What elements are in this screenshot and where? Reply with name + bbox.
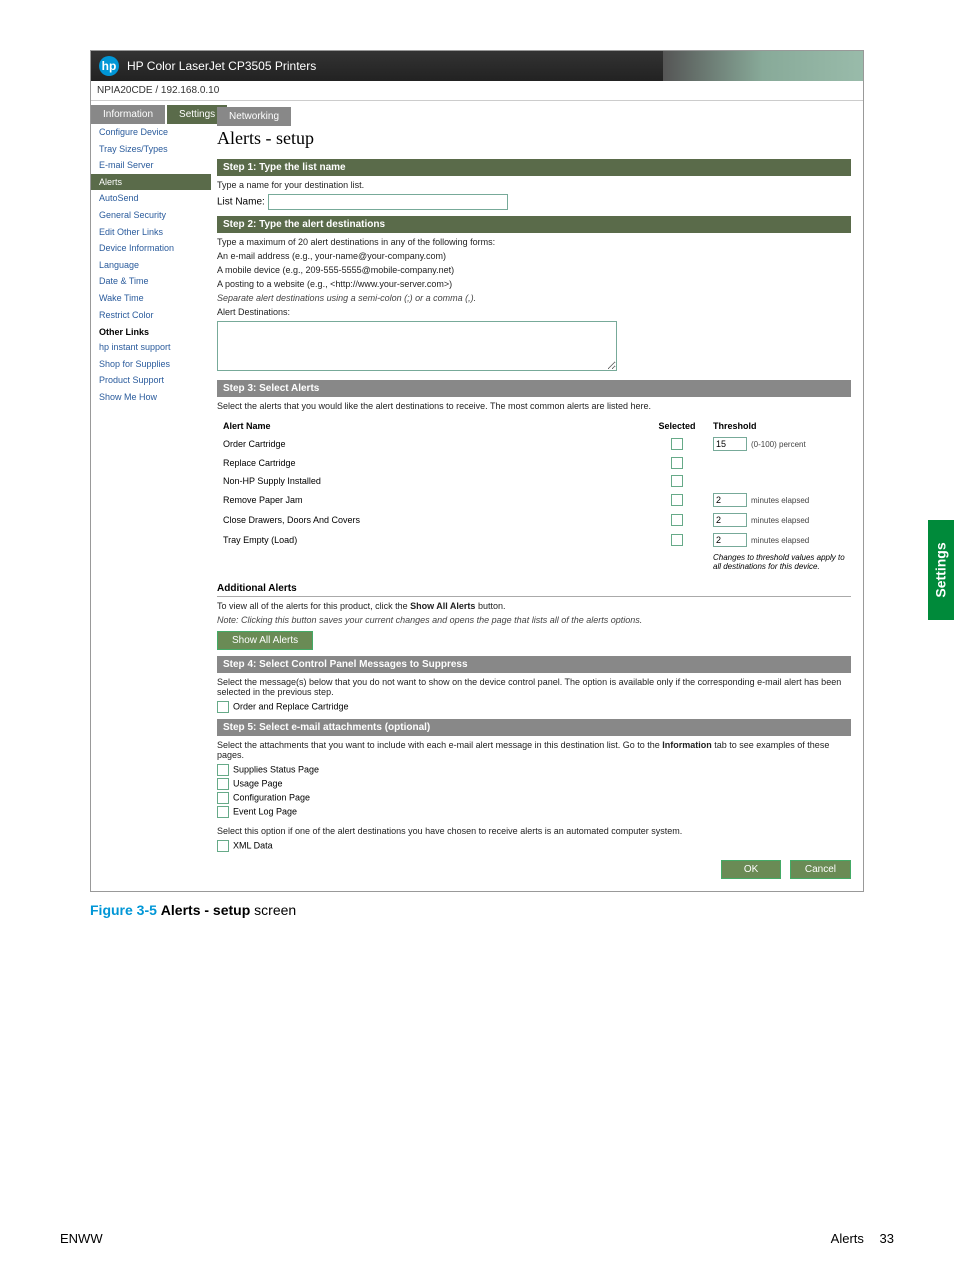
threshold-input[interactable]	[713, 513, 747, 527]
table-row: Remove Paper Jam minutes elapsed	[219, 491, 849, 509]
page-title: Alerts - setup	[217, 128, 851, 149]
header-image	[663, 51, 863, 81]
additional-alerts-header: Additional Alerts	[217, 583, 851, 597]
sidebar: Information Settings Configure Device Tr…	[91, 101, 211, 891]
step2-example-email: An e-mail address (e.g., your-name@your-…	[217, 251, 851, 261]
ews-window: hp HP Color LaserJet CP3505 Printers NPI…	[90, 50, 864, 892]
table-row: Non-HP Supply Installed	[219, 473, 849, 489]
sidebar-item-email-server[interactable]: E-mail Server	[91, 157, 211, 174]
threshold-note: Changes to threshold values apply to all…	[709, 551, 849, 573]
sidebar-item-tray-sizes[interactable]: Tray Sizes/Types	[91, 141, 211, 158]
step5-auto-text: Select this option if one of the alert d…	[217, 826, 851, 836]
step3-intro: Select the alerts that you would like th…	[217, 401, 851, 411]
sidebar-item-configure-device[interactable]: Configure Device	[91, 124, 211, 141]
figure-caption: Figure 3-5 Alerts - setup screen	[90, 902, 954, 918]
step3-bar: Step 3: Select Alerts	[217, 380, 851, 397]
footer-left: ENWW	[60, 1231, 103, 1246]
checkbox[interactable]	[217, 764, 229, 776]
threshold-input[interactable]	[713, 437, 747, 451]
main-panel: Networking Alerts - setup Step 1: Type t…	[211, 101, 863, 891]
step5-bar: Step 5: Select e-mail attachments (optio…	[217, 719, 851, 736]
alert-dest-label: Alert Destinations:	[217, 307, 851, 317]
col-selected: Selected	[647, 419, 707, 433]
figure-suffix: screen	[254, 902, 296, 918]
additional-alerts-note: Note: Clicking this button saves your cu…	[217, 615, 642, 625]
checkbox[interactable]	[671, 514, 683, 526]
checkbox[interactable]	[671, 438, 683, 450]
checkbox[interactable]	[217, 778, 229, 790]
sidebar-item-autosend[interactable]: AutoSend	[91, 190, 211, 207]
other-link-show-me-how[interactable]: Show Me How	[91, 389, 211, 406]
step2-bar: Step 2: Type the alert destinations	[217, 216, 851, 233]
cancel-button[interactable]: Cancel	[790, 860, 851, 879]
step1-prompt: Type a name for your destination list.	[217, 180, 851, 190]
additional-alerts-text-pre: To view all of the alerts for this produ…	[217, 601, 410, 611]
sidebar-item-general-security[interactable]: General Security	[91, 207, 211, 224]
threshold-input[interactable]	[713, 533, 747, 547]
col-alert-name: Alert Name	[219, 419, 645, 433]
section-side-tab: Settings	[928, 520, 954, 620]
attach-event-log-page[interactable]: Event Log Page	[217, 806, 851, 818]
checkbox[interactable]	[217, 701, 229, 713]
sidebar-item-device-information[interactable]: Device Information	[91, 240, 211, 257]
step1-bar: Step 1: Type the list name	[217, 159, 851, 176]
checkbox[interactable]	[671, 494, 683, 506]
attach-xml-data[interactable]: XML Data	[217, 840, 851, 852]
suppress-item[interactable]: Order and Replace Cartridge	[217, 701, 851, 713]
sidebar-item-language[interactable]: Language	[91, 257, 211, 274]
attach-usage-page[interactable]: Usage Page	[217, 778, 851, 790]
attach-configuration-page[interactable]: Configuration Page	[217, 792, 851, 804]
step4-intro: Select the message(s) below that you do …	[217, 677, 851, 697]
checkbox[interactable]	[217, 840, 229, 852]
sidebar-item-wake-time[interactable]: Wake Time	[91, 290, 211, 307]
ews-header: hp HP Color LaserJet CP3505 Printers	[91, 51, 863, 81]
other-link-product-support[interactable]: Product Support	[91, 372, 211, 389]
product-line: HP Color LaserJet CP3505 Printers	[127, 59, 316, 73]
footer-section-label: Alerts	[831, 1231, 864, 1246]
list-name-input[interactable]	[268, 194, 508, 210]
sidebar-item-date-time[interactable]: Date & Time	[91, 273, 211, 290]
sidebar-item-alerts[interactable]: Alerts	[91, 174, 211, 191]
checkbox[interactable]	[217, 806, 229, 818]
list-name-label: List Name:	[217, 197, 265, 208]
other-link-instant-support[interactable]: hp instant support	[91, 339, 211, 356]
other-links-title: Other Links	[91, 323, 211, 339]
checkbox[interactable]	[671, 457, 683, 469]
col-threshold: Threshold	[709, 419, 849, 433]
threshold-input[interactable]	[713, 493, 747, 507]
step2-separator-note: Separate alert destinations using a semi…	[217, 293, 476, 303]
step5-intro: Select the attachments that you want to …	[217, 740, 851, 760]
alert-destinations-input[interactable]	[217, 321, 617, 371]
hp-logo-icon: hp	[99, 56, 119, 76]
right-tabs: Networking	[217, 107, 851, 126]
table-row: Replace Cartridge	[219, 455, 849, 471]
step4-bar: Step 4: Select Control Panel Messages to…	[217, 656, 851, 673]
other-link-shop-supplies[interactable]: Shop for Supplies	[91, 356, 211, 373]
checkbox[interactable]	[671, 475, 683, 487]
page-number: 33	[880, 1231, 894, 1246]
checkbox[interactable]	[671, 534, 683, 546]
left-tabs: Information Settings	[91, 105, 211, 124]
attach-supplies-status[interactable]: Supplies Status Page	[217, 764, 851, 776]
show-all-alerts-name: Show All Alerts	[410, 601, 475, 611]
host-line: NPIA20CDE / 192.168.0.10	[91, 81, 863, 101]
sidebar-item-restrict-color[interactable]: Restrict Color	[91, 307, 211, 324]
step2-example-mobile: A mobile device (e.g., 209-555-5555@mobi…	[217, 265, 851, 275]
figure-number: Figure 3-5	[90, 902, 157, 918]
figure-title: Alerts - setup	[161, 902, 250, 918]
tab-information[interactable]: Information	[91, 105, 165, 124]
show-all-alerts-button[interactable]: Show All Alerts	[217, 631, 313, 650]
table-row: Order Cartridge (0-100) percent	[219, 435, 849, 453]
table-row: Close Drawers, Doors And Covers minutes …	[219, 511, 849, 529]
step2-prompt: Type a maximum of 20 alert destinations …	[217, 237, 851, 247]
ok-button[interactable]: OK	[721, 860, 781, 879]
sidebar-item-edit-other-links[interactable]: Edit Other Links	[91, 224, 211, 241]
tab-networking[interactable]: Networking	[217, 107, 291, 126]
alerts-table: Alert Name Selected Threshold Order Cart…	[217, 417, 851, 575]
table-row: Tray Empty (Load) minutes elapsed	[219, 531, 849, 549]
step2-example-web: A posting to a website (e.g., <http://ww…	[217, 279, 851, 289]
checkbox[interactable]	[217, 792, 229, 804]
page-footer: ENWW Alerts 33	[0, 1231, 954, 1246]
